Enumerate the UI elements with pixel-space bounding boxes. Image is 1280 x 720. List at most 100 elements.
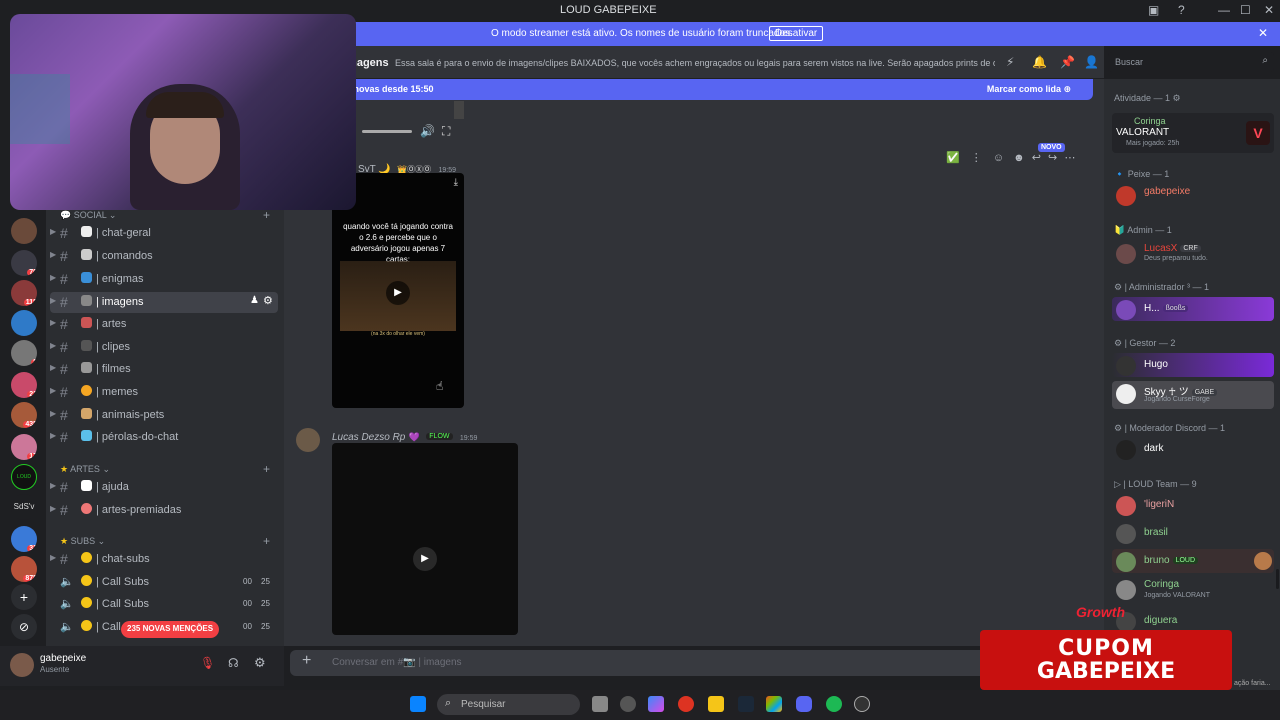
new-messages-bar[interactable]: s novas desde 15:50 Marcar como lida ⊕	[284, 79, 1093, 100]
member-item[interactable]: 'ligeriN	[1112, 493, 1274, 517]
more-dots-icon[interactable]: ⋮	[971, 152, 982, 164]
channel-animais-pets[interactable]: ▶ # | animais-pets	[50, 405, 278, 426]
member-item[interactable]: dark	[1112, 437, 1274, 461]
members-icon[interactable]: 👤	[1084, 55, 1099, 69]
task-view-icon[interactable]	[592, 696, 608, 712]
mark-read-button[interactable]: Marcar como lida ⊕	[987, 84, 1071, 95]
add-attachment-icon[interactable]: +	[302, 652, 311, 670]
close-window-button[interactable]: ✕	[1264, 3, 1274, 17]
help-icon[interactable]: ?	[1178, 3, 1185, 17]
voice-channel-call-subs[interactable]: 🔈 | Call Subs 00 25	[50, 572, 278, 593]
member-item[interactable]: Skyy ☥ ツ GABE Jogando CurseForge	[1112, 381, 1274, 409]
spotify-icon[interactable]	[826, 696, 842, 712]
channel-comandos[interactable]: ▶ # | comandos	[50, 246, 278, 267]
member-item[interactable]: H... ßooßs	[1112, 297, 1274, 321]
pin-icon[interactable]: 📌	[1060, 55, 1075, 69]
taskbar-search[interactable]: ⌕ Pesquisar	[437, 694, 580, 715]
more-icon[interactable]: ⋯	[1064, 152, 1075, 164]
threads-icon[interactable]: ⚡	[1006, 55, 1014, 69]
forward-icon[interactable]: ↪	[1048, 152, 1057, 164]
server-icon[interactable]	[11, 310, 37, 336]
channel-artes[interactable]: ▶ # | artes	[50, 314, 278, 335]
server-icon[interactable]: 118	[11, 280, 37, 306]
video-attachment[interactable]: ▶	[332, 443, 518, 635]
volume-slider[interactable]	[362, 130, 412, 133]
member-item[interactable]: gabepeixe	[1112, 183, 1274, 207]
server-icon-sds[interactable]: SdS'v	[11, 494, 37, 520]
server-icon[interactable]: 17	[11, 434, 37, 460]
explore-icon[interactable]: ⊘	[11, 614, 37, 640]
gear-icon[interactable]: ⚙	[263, 294, 273, 307]
member-item[interactable]: LucasX CRF Deus preparou tudo.	[1112, 241, 1274, 265]
inbox-icon[interactable]: ▣	[1148, 3, 1159, 17]
disable-streamer-button[interactable]: Desativar	[769, 26, 824, 41]
volume-icon[interactable]: 🔊	[420, 124, 435, 138]
channel-clipes[interactable]: ▶ # | clipes	[50, 337, 278, 358]
play-icon[interactable]: ▶	[386, 281, 410, 305]
avatar[interactable]	[296, 428, 320, 452]
add-channel-icon[interactable]: +	[263, 534, 270, 548]
app-icon[interactable]	[854, 696, 870, 712]
check-icon[interactable]: ✅	[946, 152, 960, 164]
server-icon[interactable]: 32	[11, 526, 37, 552]
activity-card[interactable]: Coringa VALORANT Mais jogado: 25h V	[1112, 113, 1274, 153]
message-author[interactable]: Lucas Dezso Rp	[332, 432, 405, 443]
reaction-icon[interactable]: ☺	[993, 152, 1004, 164]
avatar[interactable]	[10, 653, 34, 677]
add-channel-icon[interactable]: +	[263, 462, 270, 476]
member-item[interactable]: bruno LOUD	[1112, 549, 1274, 573]
file-explorer-icon[interactable]	[708, 696, 724, 712]
maximize-button[interactable]: ☐	[1240, 3, 1251, 17]
minimize-button[interactable]: —	[1218, 3, 1230, 17]
server-icon[interactable]: 70	[11, 250, 37, 276]
channel-filmes[interactable]: ▶ # | filmes	[50, 359, 278, 380]
channel-memes[interactable]: ▶ # | memes	[50, 382, 278, 403]
discord-icon[interactable]	[796, 696, 812, 712]
category-artes[interactable]: ★ ARTES ⌄ +	[60, 462, 270, 476]
channel-chat-subs[interactable]: ▶ # | chat-subs	[50, 549, 278, 570]
channel-perolas-do-chat[interactable]: ▶ # | pérolas-do-chat	[50, 427, 278, 448]
download-icon[interactable]: ⤓	[454, 177, 458, 188]
add-member-icon[interactable]: ♟	[250, 295, 259, 306]
member-item[interactable]: brasil	[1112, 521, 1274, 545]
channel-enigmas[interactable]: ▶ # | enigmas	[50, 269, 278, 290]
server-icon[interactable]	[11, 218, 37, 244]
add-channel-icon[interactable]: +	[263, 208, 270, 222]
video-attachment[interactable]: ⤓ quando você tá jogando contra o 2.6 e …	[332, 173, 464, 408]
app-icon[interactable]	[620, 696, 636, 712]
voice-channel-call-subs[interactable]: 🔈 | Call Subs 00 25	[50, 594, 278, 615]
reply-icon[interactable]: ↩	[1032, 152, 1041, 164]
member-item[interactable]: Hugo	[1112, 353, 1274, 377]
category-subs[interactable]: ★ SUBS ⌄ +	[60, 534, 270, 548]
headphones-icon[interactable]: ☊	[228, 656, 239, 670]
channel-chat-geral[interactable]: ▶ # | chat-geral	[50, 223, 278, 244]
server-icon-loud[interactable]: LOUD	[11, 464, 37, 490]
category-social[interactable]: 💬 SOCIAL ⌄ +	[60, 208, 270, 222]
copilot-icon[interactable]	[648, 696, 664, 712]
emoji-icon[interactable]: ☻	[1013, 152, 1025, 164]
new-mentions-pill[interactable]: 235 NOVAS MENÇÕES	[121, 621, 220, 638]
gear-icon[interactable]: ⚙	[254, 655, 266, 671]
scrollbar[interactable]	[1276, 569, 1279, 589]
opera-icon[interactable]	[678, 696, 694, 712]
close-icon[interactable]: ✕	[1258, 26, 1268, 40]
channel-artes-premiadas[interactable]: ▶ # | artes-premiadas	[50, 500, 278, 521]
member-item[interactable]: Coringa Jogando VALORANT	[1112, 577, 1274, 605]
search-input[interactable]: Buscar ⌕	[1108, 52, 1274, 72]
server-icon[interactable]: 875	[11, 556, 37, 582]
play-icon[interactable]: ▶	[413, 547, 437, 571]
message-composer[interactable]: + Conversar em #📷 | imagens	[290, 650, 990, 676]
windows-start-icon[interactable]	[410, 696, 426, 712]
add-server-icon[interactable]: +	[11, 584, 37, 610]
fullscreen-icon[interactable]: ⛶	[442, 124, 450, 139]
steam-icon[interactable]	[738, 696, 754, 712]
channel-topic[interactable]: Essa sala é para o envio de imagens/clip…	[395, 58, 995, 68]
channel-ajuda[interactable]: ▶ # | ajuda	[50, 477, 278, 498]
server-icon[interactable]: 435	[11, 402, 37, 428]
bell-icon[interactable]: 🔔	[1032, 55, 1047, 69]
store-icon[interactable]	[766, 696, 782, 712]
server-icon[interactable]: 8	[11, 340, 37, 366]
channel-imagens[interactable]: ▶ # | imagens ♟ ⚙	[50, 292, 278, 313]
server-icon[interactable]: 22	[11, 372, 37, 398]
mic-muted-icon[interactable]: 🎙	[200, 656, 215, 670]
